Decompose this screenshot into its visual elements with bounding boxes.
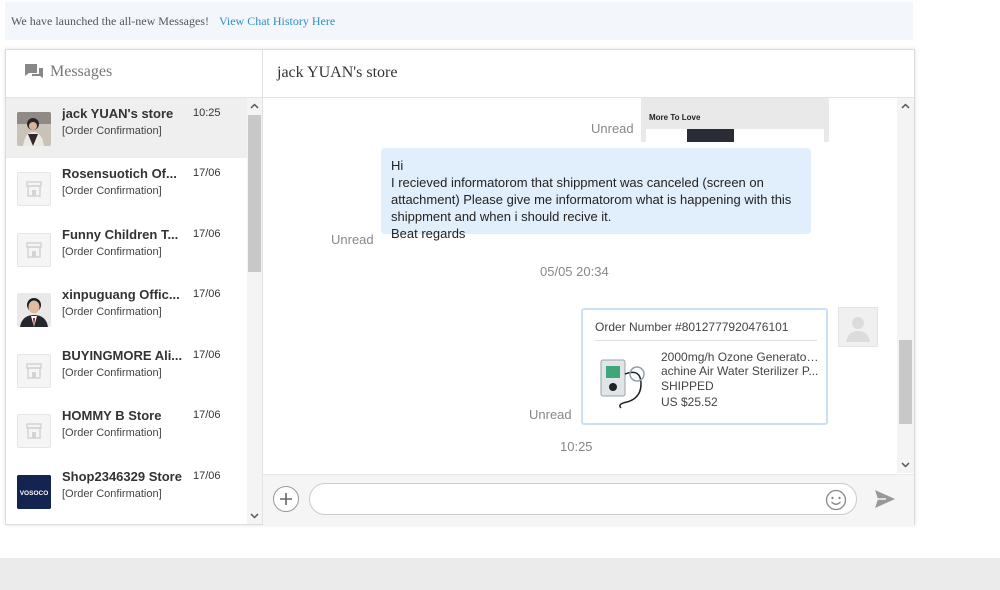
message-input[interactable] (309, 483, 857, 515)
send-icon[interactable] (874, 489, 896, 509)
conversation-time: 17/06 (193, 167, 221, 179)
chat-title: jack YUAN's store (277, 64, 398, 81)
user-avatar-icon (838, 307, 878, 347)
store-logo: VOSOCO (17, 475, 51, 509)
scroll-down-icon[interactable] (900, 459, 911, 470)
conversation-item[interactable]: BUYINGMORE Ali... 17/06 [Order Confirmat… (6, 340, 247, 400)
emoji-icon[interactable] (825, 489, 847, 511)
svg-text:VOSOCO: VOSOCO (20, 490, 49, 497)
scrollbar-thumb[interactable] (899, 340, 912, 424)
store-placeholder-icon (17, 414, 51, 448)
unread-label: Unread (529, 407, 572, 422)
store-placeholder-icon (17, 354, 51, 388)
conversation-item[interactable]: HOMMY B Store 17/06 [Order Confirmation] (6, 400, 247, 460)
conversation-sidebar: Messages jack YUAN's store 10:25 [Order … (6, 50, 263, 524)
conversation-item[interactable]: Funny Children T... 17/06 [Order Confirm… (6, 219, 247, 279)
order-divider (595, 340, 817, 341)
conversation-name: BUYINGMORE Ali... (62, 348, 183, 363)
conversation-item[interactable]: jack YUAN's store 10:25 [Order Confirmat… (6, 98, 247, 158)
conversation-time: 17/06 (193, 470, 221, 482)
image-attachment[interactable]: More To Love (641, 98, 829, 142)
conversation-time: 17/06 (193, 409, 221, 421)
chat-scrollbar[interactable] (897, 98, 914, 473)
conversation-scrollbar[interactable] (247, 98, 262, 524)
message-line: Hi (391, 158, 404, 173)
conversation-item[interactable]: VOSOCO Shop2346329 Store 17/06 [Order Co… (6, 461, 247, 521)
store-placeholder-icon (17, 172, 51, 206)
avatar (17, 112, 51, 146)
plus-icon (280, 493, 292, 505)
sidebar-title: Messages (50, 63, 113, 80)
scroll-up-icon[interactable] (900, 101, 911, 112)
message-line: Beat regards (391, 226, 466, 241)
product-image (597, 354, 653, 410)
attachment-image-area (646, 129, 824, 142)
add-attachment-button[interactable] (273, 486, 299, 512)
conversation-name: Shop2346329 Store (62, 469, 182, 484)
product-name-line: achine Air Water Sterilizer P... (661, 364, 819, 378)
message-bubble: Hi I recieved informatorom that shippmen… (381, 148, 811, 241)
sidebar-header: Messages (6, 50, 262, 98)
message-line: I recieved informatorom that shippment w… (391, 175, 764, 190)
message-composer (263, 474, 914, 525)
message-line: attachment) Please give me informatorom … (391, 192, 792, 207)
message-area: Unread More To Love Unread Hi I recieved… (263, 98, 897, 473)
conversation-name: Funny Children T... (62, 227, 179, 242)
message-line: shippment and when i should recive it. (391, 209, 612, 224)
product-name[interactable]: 2000mg/h Ozone Generator M achine Air Wa… (661, 350, 819, 378)
conversation-time: 17/06 (193, 288, 221, 300)
conversation-preview: [Order Confirmation] (62, 185, 162, 197)
conversation-name: xinpuguang Offic... (62, 287, 180, 302)
page-footer-band (0, 558, 1000, 590)
unread-label: Unread (591, 121, 634, 136)
conversation-preview: [Order Confirmation] (62, 488, 162, 500)
order-status: SHIPPED (661, 379, 714, 393)
announcement-banner: We have launched the all-new Messages! V… (5, 2, 913, 40)
message-timestamp: 05/05 20:34 (540, 264, 609, 279)
conversation-time: 17/06 (193, 349, 221, 361)
scroll-down-icon[interactable] (249, 510, 260, 521)
view-chat-history-link[interactable]: View Chat History Here (219, 14, 335, 29)
order-card[interactable]: Order Number #8012777920476101 2000mg/h … (581, 308, 828, 425)
store-placeholder-icon (17, 233, 51, 267)
conversation-preview: [Order Confirmation] (62, 246, 162, 258)
chat-header: jack YUAN's store (263, 50, 914, 98)
attachment-caption: More To Love (649, 113, 701, 122)
conversation-preview: [Order Confirmation] (62, 427, 162, 439)
conversation-item[interactable]: Rosensuotich Of... 17/06 [Order Confirma… (6, 158, 247, 218)
conversation-name: Rosensuotich Of... (62, 166, 177, 181)
banner-text: We have launched the all-new Messages! (11, 13, 209, 28)
conversation-name: HOMMY B Store (62, 408, 162, 423)
order-number: Order Number #8012777920476101 (595, 320, 789, 334)
conversation-preview: [Order Confirmation] (62, 367, 162, 379)
message-timestamp: 10:25 (560, 439, 593, 454)
conversation-time: 10:25 (193, 107, 221, 119)
scroll-up-icon[interactable] (249, 101, 260, 112)
conversation-list: jack YUAN's store 10:25 [Order Confirmat… (6, 98, 247, 524)
conversation-time: 17/06 (193, 228, 221, 240)
product-name-line: 2000mg/h Ozone Generator M (661, 350, 819, 364)
conversation-preview: [Order Confirmation] (62, 306, 162, 318)
messages-window: Messages jack YUAN's store 10:25 [Order … (5, 49, 915, 525)
conversation-preview: [Order Confirmation] (62, 125, 162, 137)
avatar (17, 293, 51, 327)
order-price: US $25.52 (661, 395, 718, 409)
conversation-item[interactable]: xinpuguang Offic... 17/06 [Order Confirm… (6, 279, 247, 339)
chat-panel: jack YUAN's store Unread More To Love Un… (263, 50, 914, 525)
scrollbar-thumb[interactable] (248, 115, 261, 272)
chat-bubbles-icon (25, 64, 43, 78)
conversation-name: jack YUAN's store (62, 106, 174, 121)
unread-label: Unread (331, 232, 374, 247)
attachment-image-block (687, 129, 734, 142)
